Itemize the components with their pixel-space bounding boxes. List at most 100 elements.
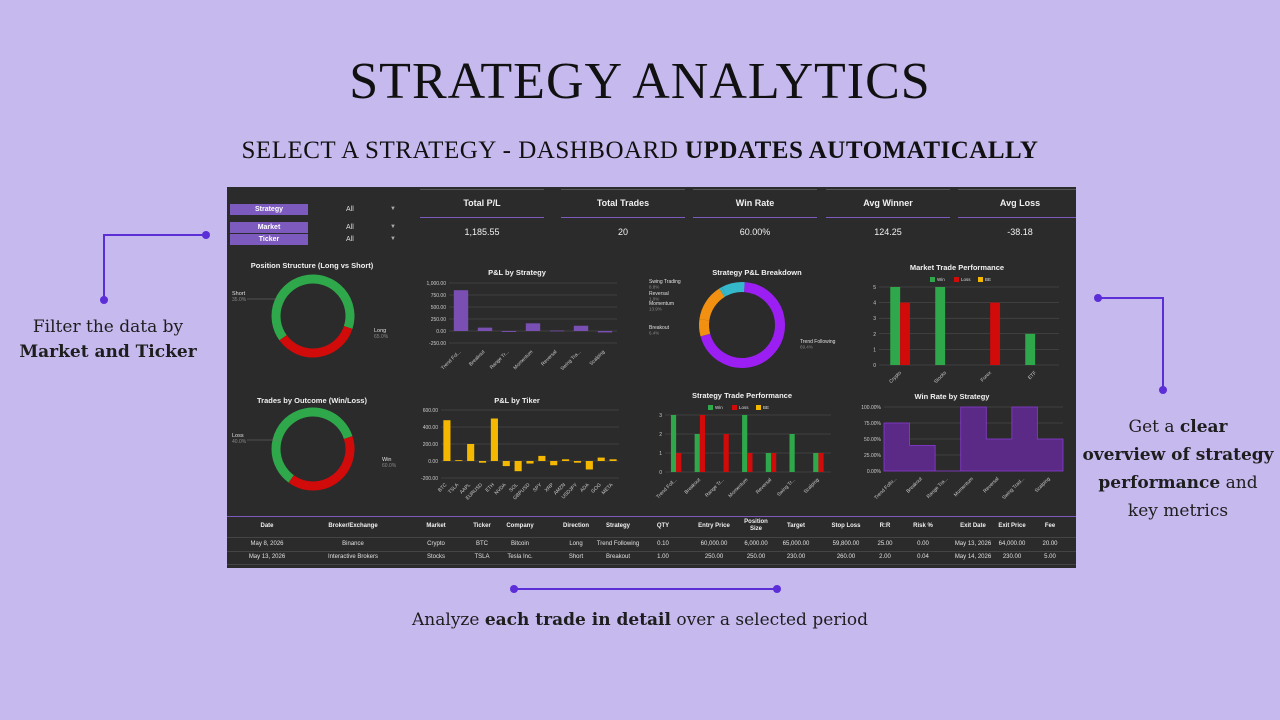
pnl-by-ticker-bar [609,459,617,461]
pnl-by-strategy-xtick: Scalping [589,349,607,367]
market-trade-performance-ytick: 2 [873,332,876,338]
win-rate-by-strategy-xtick: Breakout [905,476,924,495]
table-cell: 5.00 [1044,554,1056,560]
market-trade-performance-legend-label: BE [985,277,991,282]
strategy-trade-performance-bar [742,415,748,472]
left-connector-dot-end [202,231,210,239]
page-subtitle: SELECT A STRATEGY - DASHBOARD UPDATES AU… [0,137,1280,165]
market-trade-performance-bar [1025,333,1036,365]
trades-by-outcome-value: 60.0% [382,463,397,469]
pnl-by-ticker-xtick: ADA [579,482,591,494]
pnl-by-ticker-bar [490,418,498,461]
table-row-divider [227,564,1076,565]
pnl-by-strategy-bar [549,330,565,332]
right-connector-vertical [1162,297,1164,390]
pnl-by-strategy-xtick: Momentum [512,349,534,371]
pnl-by-ticker-xtick: SPY [532,482,544,494]
table-row-divider [227,537,1076,538]
strategy-trade-performance-xtick: Trend Foll... [655,477,678,500]
strategy-trade-performance-xtick: Breakout [684,477,703,496]
pnl-by-ticker-xtick: NVDA [494,482,509,497]
pnl-by-strategy-ytick: 250.00 [431,317,447,323]
strategy-trade-performance-xtick: Scalping [803,477,821,495]
trades-by-outcome-value: 40.0% [232,439,247,445]
table-cell: May 8, 2026 [250,541,284,547]
breakdown-value: 69.4% [800,345,813,350]
bottom-connector-dot-left [510,585,518,593]
strategy-trade-performance-xtick: Range Tr... [704,477,726,499]
table-header-cell: Fee [1044,523,1056,529]
pnl-by-ticker-bar [455,460,463,461]
market-trade-performance-xtick: ETF [1027,370,1038,381]
pnl-by-strategy-xtick: Swing Tra... [559,349,582,372]
subtitle-plain: SELECT A STRATEGY - DASHBOARD [241,137,686,164]
strategy-trade-performance-legend-label: Win [715,405,723,410]
strategy-trade-performance-legend-label: Loss [739,405,749,410]
market-trade-performance-bar [935,287,946,365]
table-cell: Interactive Brokers [327,554,379,560]
strategy-trade-performance-bar [694,434,700,472]
breakdown-value: 1.0% [649,297,659,302]
trades-by-outcome-slice [271,407,353,483]
pnl-by-strategy-bar [501,331,517,332]
strategy-trade-performance-bar [676,453,682,472]
win-rate-by-strategy-xtick: Momentum [953,476,975,498]
win-rate-by-strategy-ytick: 50.00% [864,437,882,443]
win-rate-by-strategy-ytick: 25.00% [864,453,882,459]
win-rate-by-strategy-ytick: 100.00% [861,405,881,411]
pnl-by-ticker-ytick: 400.00 [423,425,439,431]
pnl-by-strategy-bar [573,325,589,331]
strategy-trade-performance-bar [765,453,772,472]
market-trade-performance-legend-swatch [978,277,983,282]
strategy-trade-performance-ytick: 0 [659,470,662,476]
pnl-by-ticker-bar [514,461,522,472]
pnl-by-strategy-ytick: 1,000.00 [427,281,447,287]
table-cell: 20.00 [1042,541,1058,547]
table-header-cell: Date [260,523,274,529]
position-structure-slice [271,274,355,341]
win-rate-by-strategy-ytick: 75.00% [864,421,882,427]
pnl-by-ticker-ytick: 600.00 [423,408,439,414]
pnl-by-ticker-bar [478,461,487,463]
market-trade-performance-ytick: 3 [873,316,876,322]
breakdown-value: 6.4% [649,331,659,336]
pnl-by-ticker-bar [502,461,510,467]
strategy-trade-performance-xtick: Swing Tr... [776,477,797,498]
pnl-by-ticker-bar [573,461,582,463]
bottom-note-bold: each trade in detail [484,610,671,630]
strategy-trade-performance-bar [789,434,795,472]
pnl-by-strategy-xtick: Trend Fol... [440,349,462,371]
market-trade-performance-bar [890,287,901,365]
table-cell: May 13, 2026 [248,554,286,560]
right-note-bold3: performance [1098,473,1221,493]
breakdown-value: 13.9% [649,307,662,312]
strategy-trade-performance-bar [771,453,777,472]
pnl-by-ticker-bar [562,459,570,461]
left-note: Filter the data by Market and Ticker [18,315,198,365]
pnl-by-ticker-ytick: -200.00 [421,476,438,482]
left-connector-dot-bottom [100,296,108,304]
market-trade-performance-legend-swatch [930,277,935,282]
market-trade-performance-legend-label: Win [937,277,945,282]
market-trade-performance-bar [900,302,911,365]
strategy-trade-performance-ytick: 3 [659,413,662,419]
page-title: STRATEGY ANALYTICS [349,53,931,110]
win-rate-by-strategy-xtick: Reversal [982,476,1000,494]
pnl-by-strategy-xtick: Range Tr... [489,349,511,371]
pnl-by-strategy-bar [453,290,469,331]
left-connector-vertical [103,234,105,300]
table-row-divider [227,551,1076,552]
left-note-line1: Filter the data by [32,317,184,337]
strategy-trade-performance-legend-label: BE [763,405,769,410]
position-structure-value: 35.0% [232,297,247,303]
right-note-line4: key metrics [1127,501,1229,521]
left-note-bold: Market and Ticker [19,342,197,362]
dashboard: Strategy All ▼ Market All ▼ Ticker All ▼ To… [227,187,1076,568]
right-connector-horizontal [1098,297,1163,299]
strategy-trade-performance-legend-swatch [708,405,713,410]
pnl-by-strategy-bar [477,327,493,331]
win-rate-by-strategy-xtick: Scalping [1034,476,1052,494]
pnl-by-ticker-ytick: 200.00 [423,442,439,448]
pnl-by-strategy-ytick: 0.00 [436,329,446,335]
breakdown-value: 8.8% [649,285,659,290]
